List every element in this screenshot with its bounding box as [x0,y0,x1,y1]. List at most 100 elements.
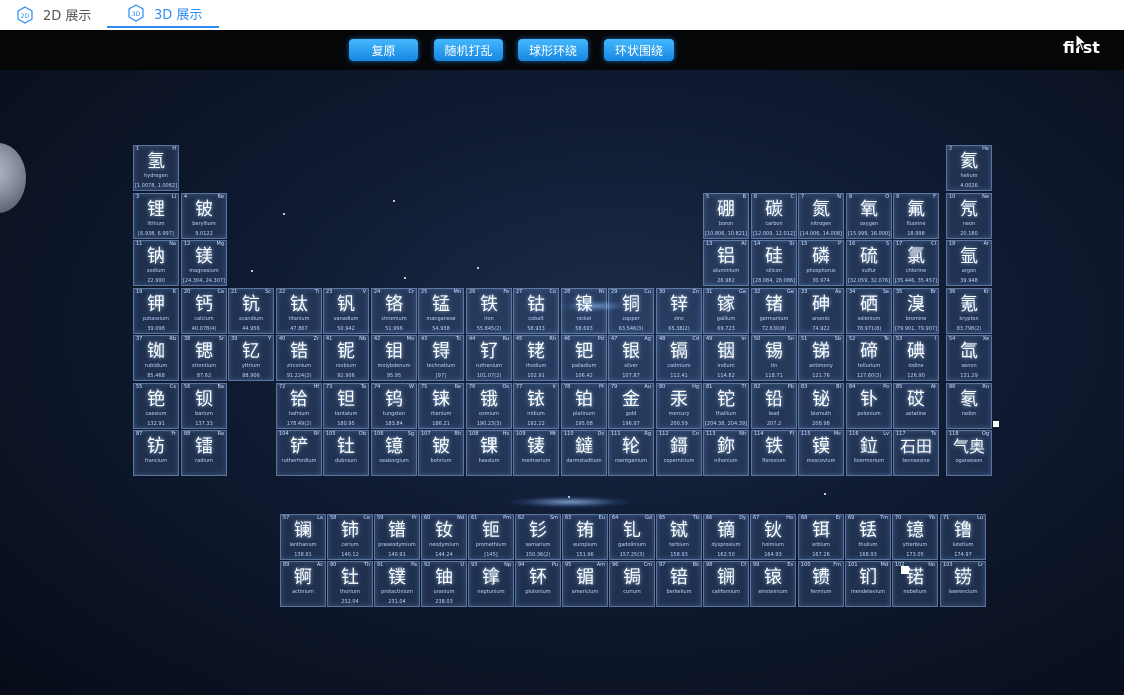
element-tile-gallium[interactable]: 31 Ga 镓 gallium 69.723 [703,288,749,334]
shuffle-button[interactable]: 随机打乱 [434,39,503,61]
element-tile-calcium[interactable]: 20 Ca 钙 calcium 40.078(4) [181,288,227,334]
element-tile-tin[interactable]: 50 Sn 锡 tin 118.71 [751,335,797,381]
element-tile-hassium[interactable]: 108 Hs 锞 hassium [466,430,512,476]
element-tile-caesium[interactable]: 55 Cs 铯 caesium 132.91 [133,383,179,429]
element-tile-neon[interactable]: 10 Ne 氖 neon 20.180 [946,193,992,239]
element-tile-nobelium[interactable]: 102 No 锘 nobelium [892,561,938,607]
element-tile-silicon[interactable]: 14 Si 硅 silicon [28.084, 28.086] [751,240,797,286]
element-tile-fermium[interactable]: 100 Fm 镄 fermium [798,561,844,607]
element-tile-polonium[interactable]: 84 Po 钋 polonium [846,383,892,429]
element-tile-ruthenium[interactable]: 44 Ru 钌 ruthenium 101.07(2) [466,335,512,381]
element-tile-copper[interactable]: 29 Cu 铜 copper 63.546(3) [608,288,654,334]
element-tile-germanium[interactable]: 32 Ge 锗 germanium 72.630(8) [751,288,797,334]
element-tile-lawrencium[interactable]: 103 Lr 铹 lawrencium [940,561,986,607]
element-tile-oganesson[interactable]: 118 Og 气奥 oganesson [946,430,992,476]
element-tile-palladium[interactable]: 46 Pd 钯 palladium 106.42 [561,335,607,381]
element-tile-uranium[interactable]: 92 U 铀 uranium 238.03 [421,561,467,607]
element-tile-potassium[interactable]: 19 K 钾 potassium 39.098 [133,288,179,334]
element-tile-carbon[interactable]: 6 C 碳 carbon [12.009, 12.012] [751,193,797,239]
element-tile-iodine[interactable]: 53 I 碘 iodine 126.90 [893,335,939,381]
element-tile-plutonium[interactable]: 94 Pu 钚 plutonium [515,561,561,607]
element-tile-boron[interactable]: 5 B 硼 boron [10.806, 10.821] [703,193,749,239]
element-tile-sulfur[interactable]: 16 S 硫 sulfur [32.059, 32.076] [846,240,892,286]
element-tile-lithium[interactable]: 3 Li 锂 lithium [6.938, 6.997] [133,193,179,239]
element-tile-nitrogen[interactable]: 7 N 氮 nitrogen [14.006, 14.008] [798,193,844,239]
element-tile-curium[interactable]: 96 Cm 锔 curium [609,561,655,607]
element-tile-actinium[interactable]: 89 Ac 锕 actinium [280,561,326,607]
element-tile-radium[interactable]: 88 Ra 镭 radium [181,430,227,476]
element-tile-rutherfordium[interactable]: 104 Rf 铲 rutherfordium [276,430,322,476]
element-tile-roentgenium[interactable]: 111 Rg 轮 roentgenium [608,430,654,476]
element-tile-chromium[interactable]: 24 Cr 铬 chromium 51.996 [371,288,417,334]
element-tile-tennessine[interactable]: 117 Ts 石田 tennessine [893,430,939,476]
element-tile-osmium[interactable]: 76 Os 锇 osmium 190.23(3) [466,383,512,429]
element-tile-rhenium[interactable]: 75 Re 铼 rhenium 186.21 [418,383,464,429]
element-tile-niobium[interactable]: 41 Nb 铌 niobium 92.906 [323,335,369,381]
element-tile-oxygen[interactable]: 8 O 氧 oxygen [15.999, 16.000] [846,193,892,239]
element-tile-neodymium[interactable]: 60 Nd 钕 neodymium 144.24 [421,514,467,560]
element-tile-californium[interactable]: 98 Cf 锎 californium [703,561,749,607]
element-tile-vanadium[interactable]: 23 V 钒 vanadium 50.942 [323,288,369,334]
element-tile-helium[interactable]: 2 He 氦 helium 4.0026 [946,145,992,191]
element-tile-scandium[interactable]: 21 Sc 钪 scandium 44.956 [228,288,274,334]
element-tile-flerovium[interactable]: 114 Fl 铁 flerovium [751,430,797,476]
element-tile-moscovium[interactable]: 115 Mc 镆 moscovium [798,430,844,476]
element-tile-argon[interactable]: 18 Ar 氩 argon 39.948 [946,240,992,286]
element-tile-promethium[interactable]: 61 Pm 钷 promethium [145] [468,514,514,560]
element-tile-hydrogen[interactable]: 1 H 氢 hydrogen [1.0078, 1.0082] [133,145,179,191]
element-tile-chlorine[interactable]: 17 Cl 氯 chlorine [35.446, 35.457] [893,240,939,286]
element-tile-cobalt[interactable]: 27 Co 钴 cobalt 58.933 [513,288,559,334]
element-tile-copernicium[interactable]: 112 Cn 鎶 copernicium [656,430,702,476]
element-tile-platinum[interactable]: 78 Pt 铂 platinum 195.08 [561,383,607,429]
ring-layout-button[interactable]: 环状围绕 [604,39,674,61]
reset-button[interactable]: 复原 [349,39,418,61]
sphere-layout-button[interactable]: 球形环绕 [518,39,588,61]
element-tile-magnesium[interactable]: 12 Mg 镁 magnesium [24.304, 24.307] [181,240,227,286]
element-tile-bismuth[interactable]: 83 Bi 铋 bismuth 208.98 [798,383,844,429]
element-tile-zirconium[interactable]: 40 Zr 锆 zirconium 91.224(2) [276,335,322,381]
element-tile-seaborgium[interactable]: 106 Sg 镱 seaborgium [371,430,417,476]
element-tile-dubnium[interactable]: 105 Db 钍 dubnium [323,430,369,476]
element-tile-erbium[interactable]: 68 Er 铒 erbium 167.26 [798,514,844,560]
element-tile-iridium[interactable]: 77 Ir 铱 iridium 192.22 [513,383,559,429]
periodic-table-scene[interactable]: 复原 随机打乱 球形环绕 环状围绕 first 1H氢hydrogen[1.00… [0,30,1124,695]
element-tile-tellurium[interactable]: 52 Te 碲 tellurium 127.60(3) [846,335,892,381]
element-tile-aluminium[interactable]: 13 Al 铝 aluminium 26.982 [703,240,749,286]
element-tile-titanium[interactable]: 22 Ti 钛 titanium 47.867 [276,288,322,334]
element-tile-thulium[interactable]: 69 Tm 铥 thulium 168.93 [845,514,891,560]
element-tile-mercury[interactable]: 80 Hg 汞 mercury 200.59 [656,383,702,429]
element-tile-strontium[interactable]: 38 Sr 锶 strontium 87.62 [181,335,227,381]
element-tile-ytterbium[interactable]: 70 Yb 镱 ytterbium 173.05 [892,514,938,560]
element-tile-nickel[interactable]: 28 Ni 镍 nickel 58.693 [561,288,607,334]
element-tile-cadmium[interactable]: 48 Cd 镉 cadmium 112.41 [656,335,702,381]
element-tile-bohrium[interactable]: 107 Bh 铍 bohrium [418,430,464,476]
element-tile-neptunium[interactable]: 93 Np 镎 neptunium [468,561,514,607]
element-tile-sodium[interactable]: 11 Na 钠 sodium 22.990 [133,240,179,286]
element-tile-arsenic[interactable]: 33 As 砷 arsenic 74.922 [798,288,844,334]
element-tile-europium[interactable]: 63 Eu 铕 europium 151.96 [562,514,608,560]
element-tile-yttrium[interactable]: 39 Y 钇 yttrium 88.906 [228,335,274,381]
element-tile-hafnium[interactable]: 72 Hf 铪 hafnium 178.49(2) [276,383,322,429]
element-tile-livermorium[interactable]: 116 Lv 鉝 livermorium [846,430,892,476]
element-tile-nihonium[interactable]: 113 Nh 鉨 nihonium [703,430,749,476]
element-tile-darmstadtium[interactable]: 110 Ds 鐽 darmstadtium [561,430,607,476]
element-tile-technetium[interactable]: 43 Tc 锝 technetium [97] [418,335,464,381]
element-tile-mendelevium[interactable]: 101 Md 钔 mendelevium [845,561,891,607]
tab-3d-view[interactable]: 3D 3D 展示 [107,0,219,28]
element-tile-antimony[interactable]: 51 Sb 锑 antimony 121.76 [798,335,844,381]
element-tile-holmium[interactable]: 67 Ho 钬 holmium 164.93 [750,514,796,560]
element-tile-lutetium[interactable]: 71 Lu 镥 lutetium 174.97 [940,514,986,560]
element-tile-rhodium[interactable]: 45 Rh 铑 rhodium 102.91 [513,335,559,381]
element-tile-cerium[interactable]: 58 Ce 铈 cerium 140.12 [327,514,373,560]
element-tile-phosphorus[interactable]: 15 P 磷 phosphorus 30.974 [798,240,844,286]
element-tile-selenium[interactable]: 34 Se 硒 selenium 78.971(8) [846,288,892,334]
element-tile-silver[interactable]: 47 Ag 银 silver 107.87 [608,335,654,381]
element-tile-beryllium[interactable]: 4 Be 铍 beryllium 9.0122 [181,193,227,239]
element-tile-berkelium[interactable]: 97 Bk 锫 berkelium [656,561,702,607]
element-tile-samarium[interactable]: 62 Sm 钐 samarium 150.36(2) [515,514,561,560]
element-tile-meitnerium[interactable]: 109 Mt 鿏 meitnerium [513,430,559,476]
element-tile-indium[interactable]: 49 In 铟 indium 114.82 [703,335,749,381]
element-tile-tungsten[interactable]: 74 W 钨 tungsten 183.84 [371,383,417,429]
element-tile-krypton[interactable]: 36 Kr 氪 krypton 83.798(2) [946,288,992,334]
element-tile-rubidium[interactable]: 37 Rb 铷 rubidium 85.468 [133,335,179,381]
